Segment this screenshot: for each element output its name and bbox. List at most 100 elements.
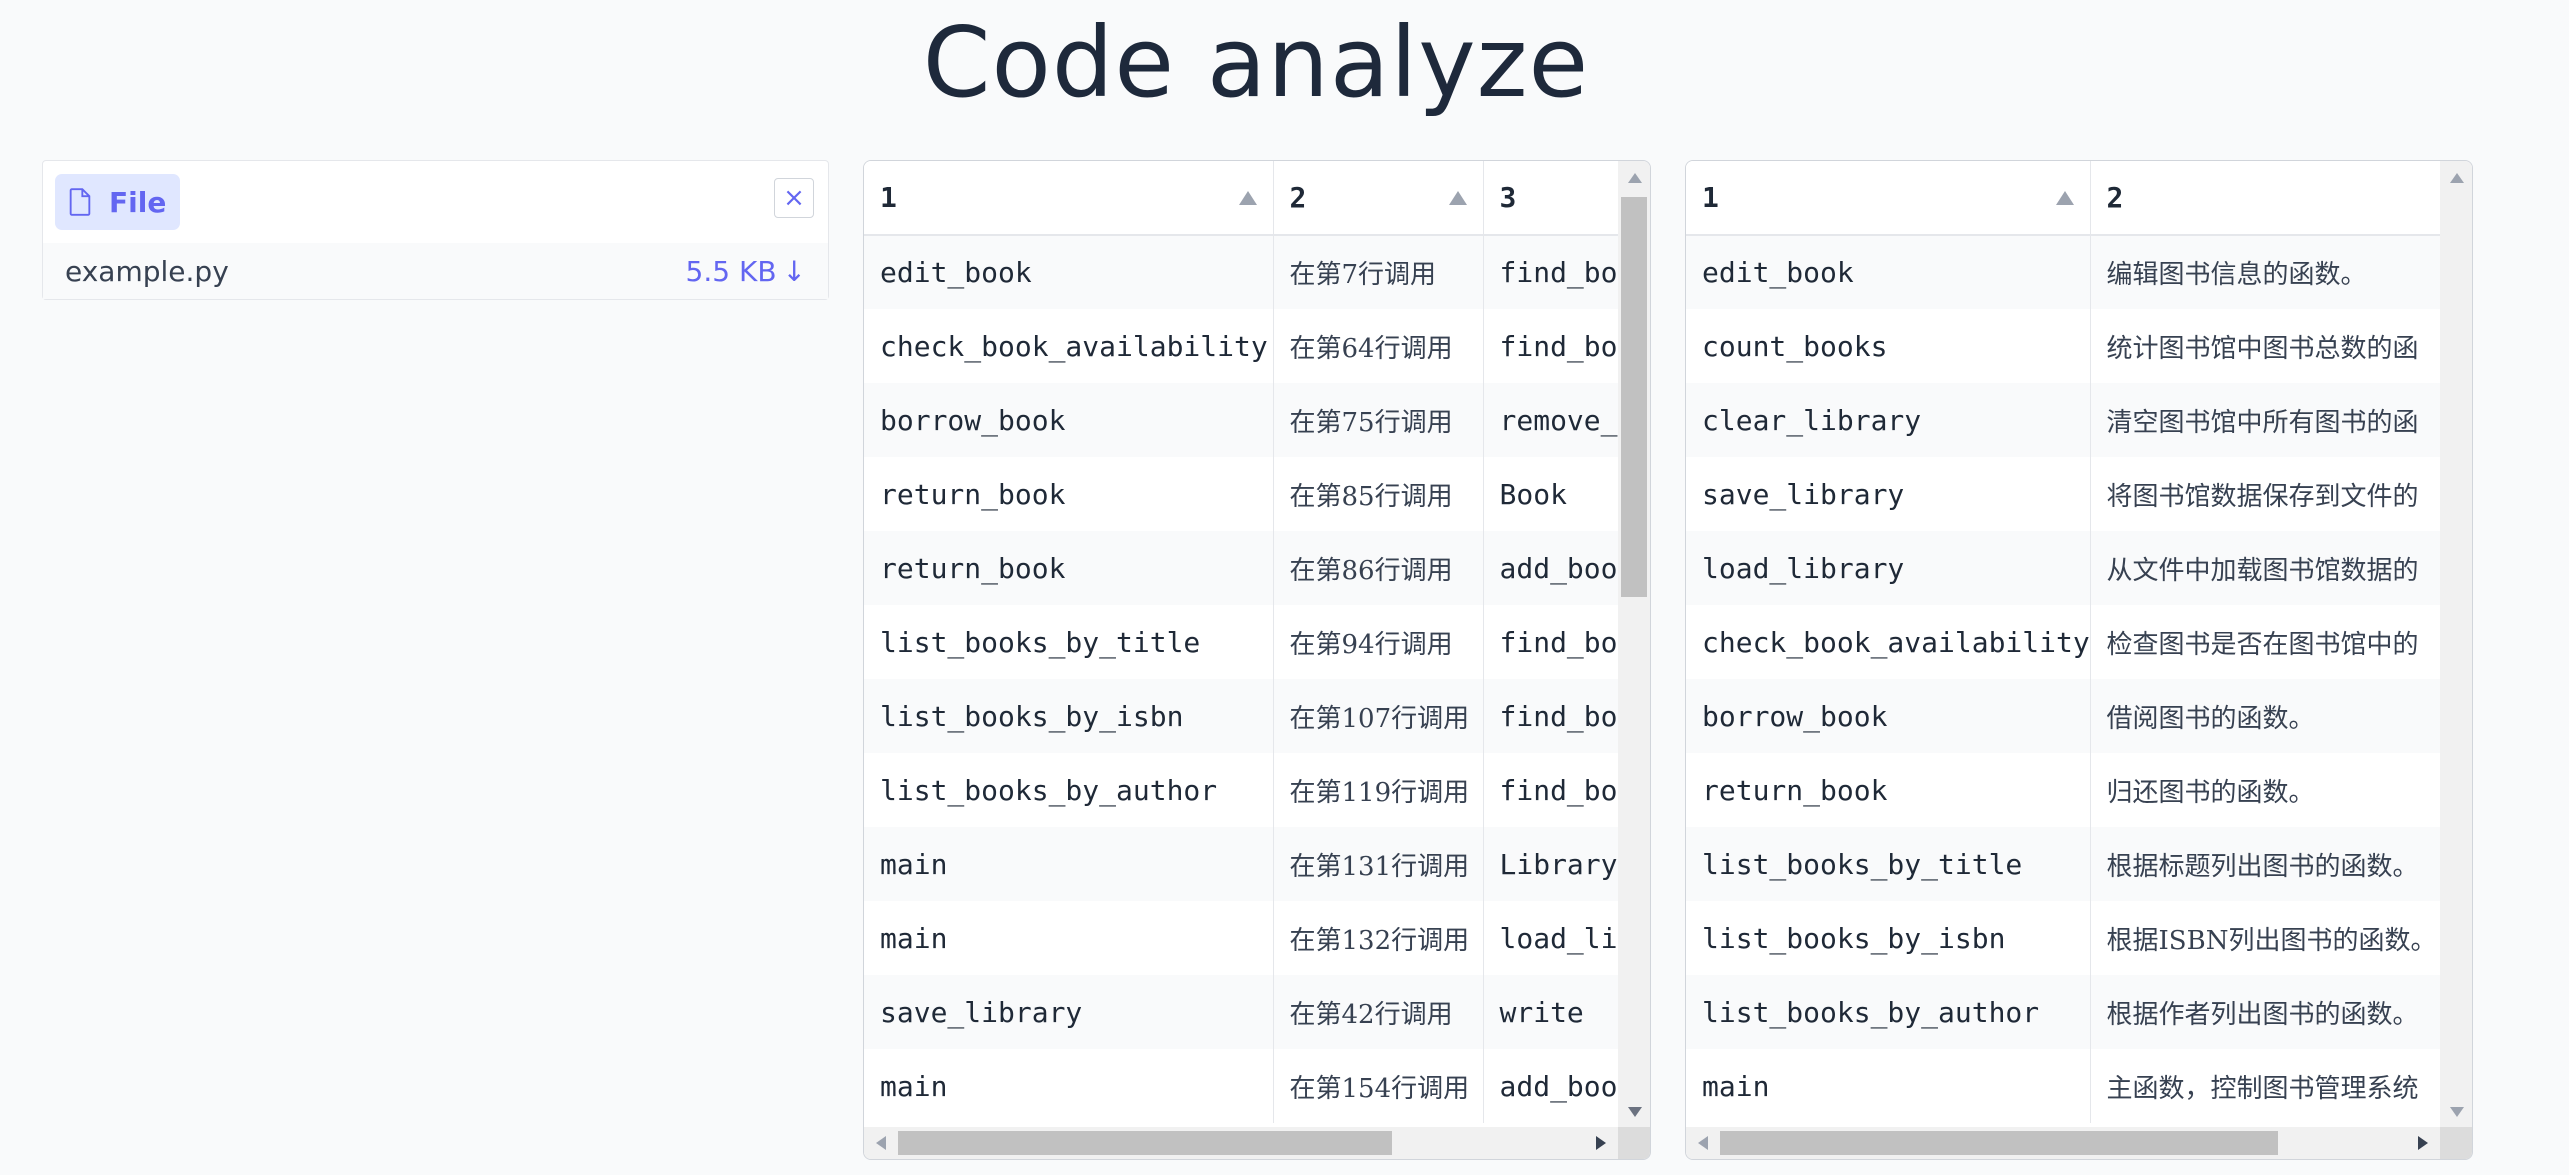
table-cell: return_book [864,457,1274,531]
scroll-up-icon[interactable] [2450,173,2464,183]
calls-header-3[interactable]: 3 [1483,161,1620,236]
sort-asc-icon [1448,191,1467,205]
table-cell: 编辑图书信息的函数。 [2090,235,2442,309]
table-cell: edit_book [1686,235,2091,309]
table-cell: find_bo [1483,753,1620,827]
table-cell: 在第94行调用 [1273,605,1484,679]
scroll-up-icon[interactable] [1628,173,1642,183]
scroll-down-icon[interactable] [2450,1107,2464,1117]
file-name: example.py [65,254,229,288]
table-cell: 在第7行调用 [1273,235,1484,309]
table-cell: 在第64行调用 [1273,309,1484,383]
scroll-left-icon[interactable] [1698,1136,1708,1150]
desc-table-frame: 1 2 edit_book 编辑图书信息的函数。 count_books 统计图书馆中… [1685,160,2473,1160]
desc-vertical-scrollbar[interactable] [2440,161,2472,1129]
scrollbar-thumb[interactable] [898,1131,1392,1155]
table-row: list_books_by_title 根据标题列出图书的函数。 [1686,827,2442,901]
table-cell: 统计图书馆中图书总数的函 [2090,309,2442,383]
table-cell: remove_ [1483,383,1620,457]
table-cell: 借阅图书的函数。 [2090,679,2442,753]
page-title: Code analyze [922,6,1590,119]
table-cell: add_boo [1483,531,1620,605]
calls-horizontal-scrollbar[interactable] [864,1127,1620,1159]
table-cell: 在第85行调用 [1273,457,1484,531]
table-cell: return_book [864,531,1274,605]
download-arrow-icon: ↓ [782,254,806,288]
table-cell: 在第75行调用 [1273,383,1484,457]
table-cell: save_library [864,975,1274,1049]
table-cell: borrow_book [1686,679,2091,753]
table-cell: add_boo [1483,1049,1620,1123]
scrollbar-corner [2440,1127,2472,1159]
table-cell: main [864,1049,1274,1123]
table-row: main 主函数，控制图书管理系统 [1686,1049,2442,1123]
table-row: edit_book 在第7行调用 find_bo [864,235,1620,309]
file-panel: File × example.py 5.5 KB ↓ [42,160,829,300]
file-row: example.py 5.5 KB ↓ [43,243,828,299]
calls-header-2[interactable]: 2 [1273,161,1484,236]
file-size: 5.5 KB [685,254,777,288]
table-cell: check_book_availability [1686,605,2091,679]
scroll-left-icon[interactable] [876,1136,886,1150]
table-row: main 在第132行调用 load_li [864,901,1620,975]
table-cell: 将图书馆数据保存到文件的 [2090,457,2442,531]
table-row: save_library 在第42行调用 write [864,975,1620,1049]
table-row: list_books_by_author 根据作者列出图书的函数。 [1686,975,2442,1049]
table-cell: main [864,901,1274,975]
desc-header-2[interactable]: 2 [2090,161,2442,236]
table-row: main 在第131行调用 Library [864,827,1620,901]
calls-vertical-scrollbar[interactable] [1618,161,1650,1129]
table-cell: 清空图书馆中所有图书的函 [2090,383,2442,457]
scrollbar-thumb[interactable] [1720,1131,2278,1155]
calls-table: 1 2 3 edit_book 在第7行调用 find_bo check_book_a… [864,161,1620,1123]
table-cell: 在第86行调用 [1273,531,1484,605]
sort-asc-icon [2055,191,2074,205]
scroll-right-icon[interactable] [1596,1136,1606,1150]
desc-horizontal-scrollbar[interactable] [1686,1127,2442,1159]
table-cell: 从文件中加载图书馆数据的 [2090,531,2442,605]
desc-table: 1 2 edit_book 编辑图书信息的函数。 count_books 统计图书馆中… [1686,161,2442,1123]
clear-file-button[interactable]: × [774,178,814,218]
table-cell: 主函数，控制图书管理系统 [2090,1049,2442,1123]
desc-header-1[interactable]: 1 [1686,161,2091,236]
table-cell: Book [1483,457,1620,531]
table-cell: Library [1483,827,1620,901]
scrollbar-thumb[interactable] [1621,197,1647,597]
table-cell: 根据ISBN列出图书的函数。 [2090,901,2442,975]
table-row: check_book_availability 在第64行调用 find_bo [864,309,1620,383]
table-cell: find_bo [1483,679,1620,753]
table-cell: find_bo [1483,605,1620,679]
table-cell: load_li [1483,901,1620,975]
table-cell: list_books_by_author [864,753,1274,827]
table-cell: 检查图书是否在图书馆中的 [2090,605,2442,679]
table-row: save_library 将图书馆数据保存到文件的 [1686,457,2442,531]
table-cell: list_books_by_author [1686,975,2091,1049]
table-cell: 在第131行调用 [1273,827,1484,901]
close-icon: × [783,183,805,213]
scroll-right-icon[interactable] [2418,1136,2428,1150]
table-cell: count_books [1686,309,2091,383]
table-cell: save_library [1686,457,2091,531]
table-row: borrow_book 借阅图书的函数。 [1686,679,2442,753]
table-cell: list_books_by_title [1686,827,2091,901]
table-row: main 在第154行调用 add_boo [864,1049,1620,1123]
table-cell: find_bo [1483,235,1620,309]
calls-header-1[interactable]: 1 [864,161,1274,236]
scroll-down-icon[interactable] [1628,1107,1642,1117]
file-download-link[interactable]: 5.5 KB ↓ [686,255,806,288]
table-row: count_books 统计图书馆中图书总数的函 [1686,309,2442,383]
table-cell: main [1686,1049,2091,1123]
table-row: edit_book 编辑图书信息的函数。 [1686,235,2442,309]
table-cell: clear_library [1686,383,2091,457]
table-cell: borrow_book [864,383,1274,457]
table-cell: 根据作者列出图书的函数。 [2090,975,2442,1049]
table-cell: 在第119行调用 [1273,753,1484,827]
table-cell: 在第107行调用 [1273,679,1484,753]
table-cell: edit_book [864,235,1274,309]
table-row: return_book 在第86行调用 add_boo [864,531,1620,605]
table-row: load_library 从文件中加载图书馆数据的 [1686,531,2442,605]
calls-table-frame: 1 2 3 edit_book 在第7行调用 find_bo check_book_a… [863,160,1651,1160]
table-row: check_book_availability 检查图书是否在图书馆中的 [1686,605,2442,679]
table-row: list_books_by_isbn 在第107行调用 find_bo [864,679,1620,753]
table-cell: return_book [1686,753,2091,827]
